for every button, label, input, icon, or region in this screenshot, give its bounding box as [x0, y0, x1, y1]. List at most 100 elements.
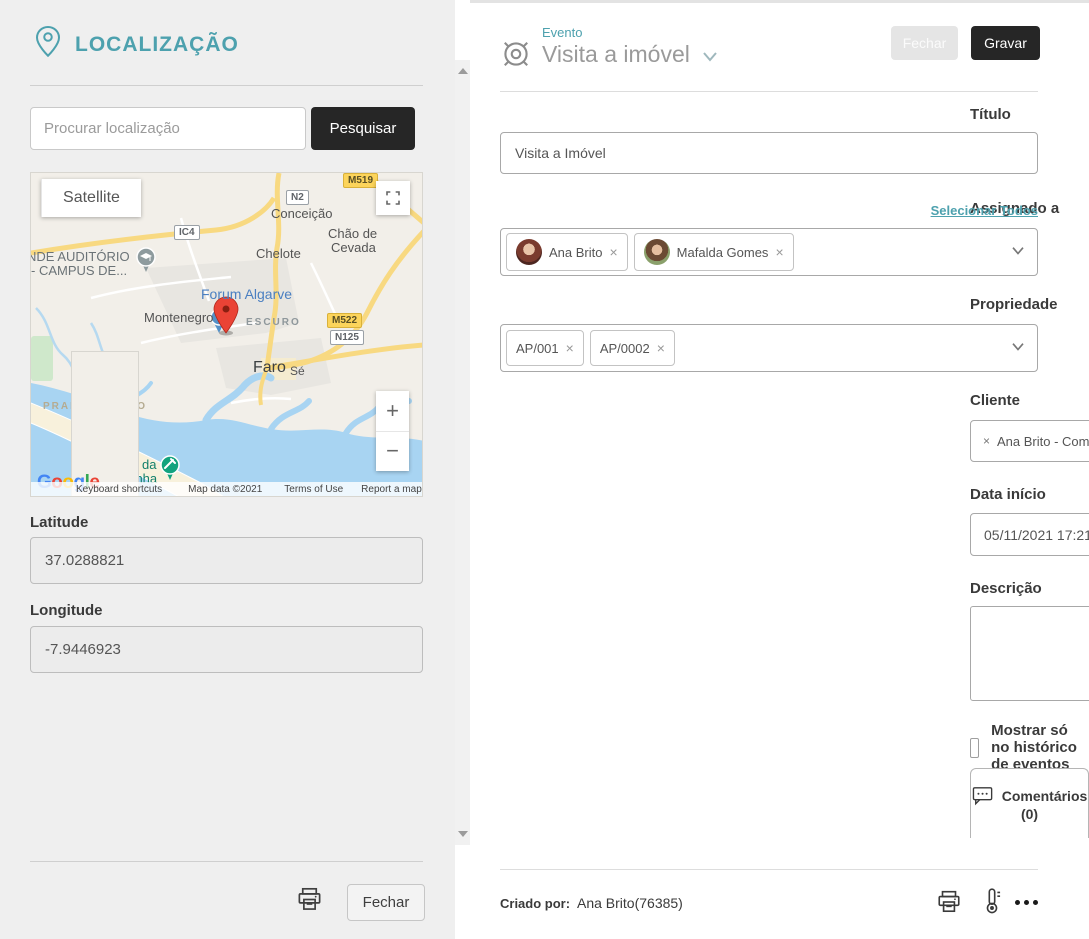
location-pin-icon — [33, 24, 63, 65]
zoom-out-button[interactable]: − — [376, 432, 409, 472]
map-label-forum-algarve: Forum Algarve — [201, 286, 293, 302]
event-form-panel: Evento Visita a imóvel Fechar Gravar Tít… — [470, 0, 1089, 939]
divider — [30, 861, 423, 862]
road-badge-n2: N2 — [286, 190, 309, 205]
google-map[interactable]: M519 N2 IC4 M522 N125 Conceição Chão de … — [30, 172, 423, 497]
scroll-up-arrow-icon[interactable] — [458, 68, 468, 74]
map-label-escuro: ESCURO — [246, 317, 301, 328]
comments-icon — [972, 786, 993, 805]
more-options-button[interactable] — [1015, 900, 1038, 905]
client-value: Ana Brito - Compradora — [997, 433, 1089, 449]
thermometer-icon — [986, 888, 1001, 914]
report-map-error-link[interactable]: Report a map error — [361, 484, 422, 495]
chip-name: Ana Brito — [549, 244, 603, 260]
road-badge-m519: M519 — [343, 173, 379, 188]
remove-chip-icon[interactable]: × — [657, 340, 665, 356]
print-button[interactable] — [296, 886, 323, 918]
print-button[interactable] — [936, 889, 962, 920]
avatar — [643, 239, 670, 265]
panel-scrollbar[interactable] — [455, 60, 470, 845]
latitude-input[interactable] — [30, 537, 423, 584]
remove-chip-icon[interactable]: × — [566, 340, 574, 356]
assigned-multiselect[interactable]: Ana Brito × Mafalda Gomes × — [500, 228, 1038, 276]
remove-chip-icon[interactable]: × — [609, 244, 617, 260]
divider — [30, 85, 423, 86]
client-label: Cliente — [970, 392, 1021, 409]
save-button[interactable]: Gravar — [971, 26, 1040, 60]
map-label-chelote: Chelote — [256, 246, 301, 261]
satellite-view-button[interactable]: Satellite — [41, 179, 141, 217]
property-label: Propriedade — [970, 296, 1058, 313]
longitude-input[interactable] — [30, 626, 423, 673]
tab-comments[interactable]: Comentários (0) — [970, 768, 1089, 838]
map-label-cevada: Cevada — [331, 240, 376, 255]
dot — [1015, 900, 1020, 905]
chevron-down-icon[interactable] — [1011, 339, 1025, 357]
zoom-in-button[interactable]: + — [376, 391, 409, 432]
assigned-chip: Ana Brito × — [506, 233, 628, 271]
created-by-label: Criado por: — [500, 896, 571, 911]
property-multiselect[interactable]: AP/001 × AP/0002 × — [500, 324, 1038, 372]
location-panel: LOCALIZAÇÃO Pesquisar — [0, 0, 455, 939]
map-label-auditorio: NDE AUDITÓRIO — [30, 249, 130, 264]
property-chip: AP/001 × — [506, 330, 584, 366]
map-label-montenegro: Montenegro — [144, 310, 214, 325]
client-select[interactable]: × Ana Brito - Compradora — [970, 420, 1089, 462]
printer-icon — [298, 887, 321, 910]
dot — [1033, 900, 1038, 905]
panel-close-button[interactable]: Fechar — [347, 884, 425, 921]
map-label-se: Sé — [290, 364, 305, 378]
location-panel-title: LOCALIZAÇÃO — [75, 32, 239, 56]
event-title-text: Visita a imóvel — [542, 41, 690, 67]
select-all-link[interactable]: Selecionar Todos — [931, 203, 1038, 218]
terms-of-use-link[interactable]: Terms of Use — [284, 484, 343, 495]
chip-name: AP/001 — [516, 340, 559, 356]
created-by-value: Ana Brito(76385) — [577, 895, 683, 911]
map-label-faro: Faro — [253, 359, 286, 376]
fullscreen-button[interactable] — [376, 181, 410, 215]
chip-name: AP/0002 — [599, 340, 650, 356]
avatar — [516, 239, 542, 265]
chevron-down-icon[interactable] — [1011, 243, 1025, 261]
road-badge-ic4: IC4 — [174, 225, 200, 240]
history-checkbox-label: Mostrar só no histórico de eventos — [991, 722, 1077, 773]
keyboard-shortcuts-link[interactable]: Keyboard shortcuts — [76, 484, 162, 495]
map-label-chao-de: Chão de — [328, 226, 378, 241]
start-date-value: 05/11/2021 17:21 — [984, 526, 1089, 543]
longitude-label: Longitude — [30, 602, 103, 619]
printer-icon — [938, 890, 960, 913]
description-textarea[interactable] — [970, 606, 1089, 701]
tab-count: (0) — [1020, 805, 1039, 822]
description-label: Descrição — [970, 580, 1042, 597]
start-date-input[interactable]: 05/11/2021 17:21 — [970, 513, 1089, 556]
history-checkbox[interactable] — [970, 737, 980, 758]
chevron-down-icon — [703, 51, 717, 62]
divider — [500, 91, 1038, 92]
search-button[interactable]: Pesquisar — [311, 107, 415, 150]
fullscreen-icon — [386, 191, 400, 205]
map-label-campus: - CAMPUS DE... — [31, 263, 128, 278]
dot — [1024, 900, 1029, 905]
latitude-label: Latitude — [30, 514, 89, 531]
history-checkbox-row: Mostrar só no histórico de eventos — [970, 722, 1089, 773]
remove-icon[interactable]: × — [983, 434, 990, 448]
search-location-input[interactable] — [30, 107, 306, 150]
titulo-input[interactable] — [500, 132, 1038, 174]
property-chip: AP/0002 × — [589, 330, 675, 366]
map-data-text: Map data ©2021 — [188, 483, 263, 495]
tab-label: Comentários — [1001, 787, 1088, 804]
temperature-button[interactable] — [979, 887, 1005, 920]
scroll-down-arrow-icon[interactable] — [458, 831, 468, 837]
remove-chip-icon[interactable]: × — [775, 244, 783, 260]
road-badge-m522: M522 — [327, 313, 363, 328]
map-zoom-control: + − — [376, 391, 409, 471]
map-attribution-bar: Keyboard shortcuts Map data ©2021 Terms … — [31, 482, 422, 496]
map-type-control: Map Satellite — [41, 179, 141, 496]
titulo-label: Título — [970, 106, 1011, 123]
start-date-label: Data início — [970, 486, 1046, 503]
event-type-label: Evento — [542, 25, 583, 40]
event-title-dropdown[interactable]: Visita a imóvel — [542, 41, 718, 68]
location-panel-header: LOCALIZAÇÃO — [33, 24, 239, 65]
divider — [500, 869, 1038, 870]
close-button[interactable]: Fechar — [891, 26, 958, 60]
